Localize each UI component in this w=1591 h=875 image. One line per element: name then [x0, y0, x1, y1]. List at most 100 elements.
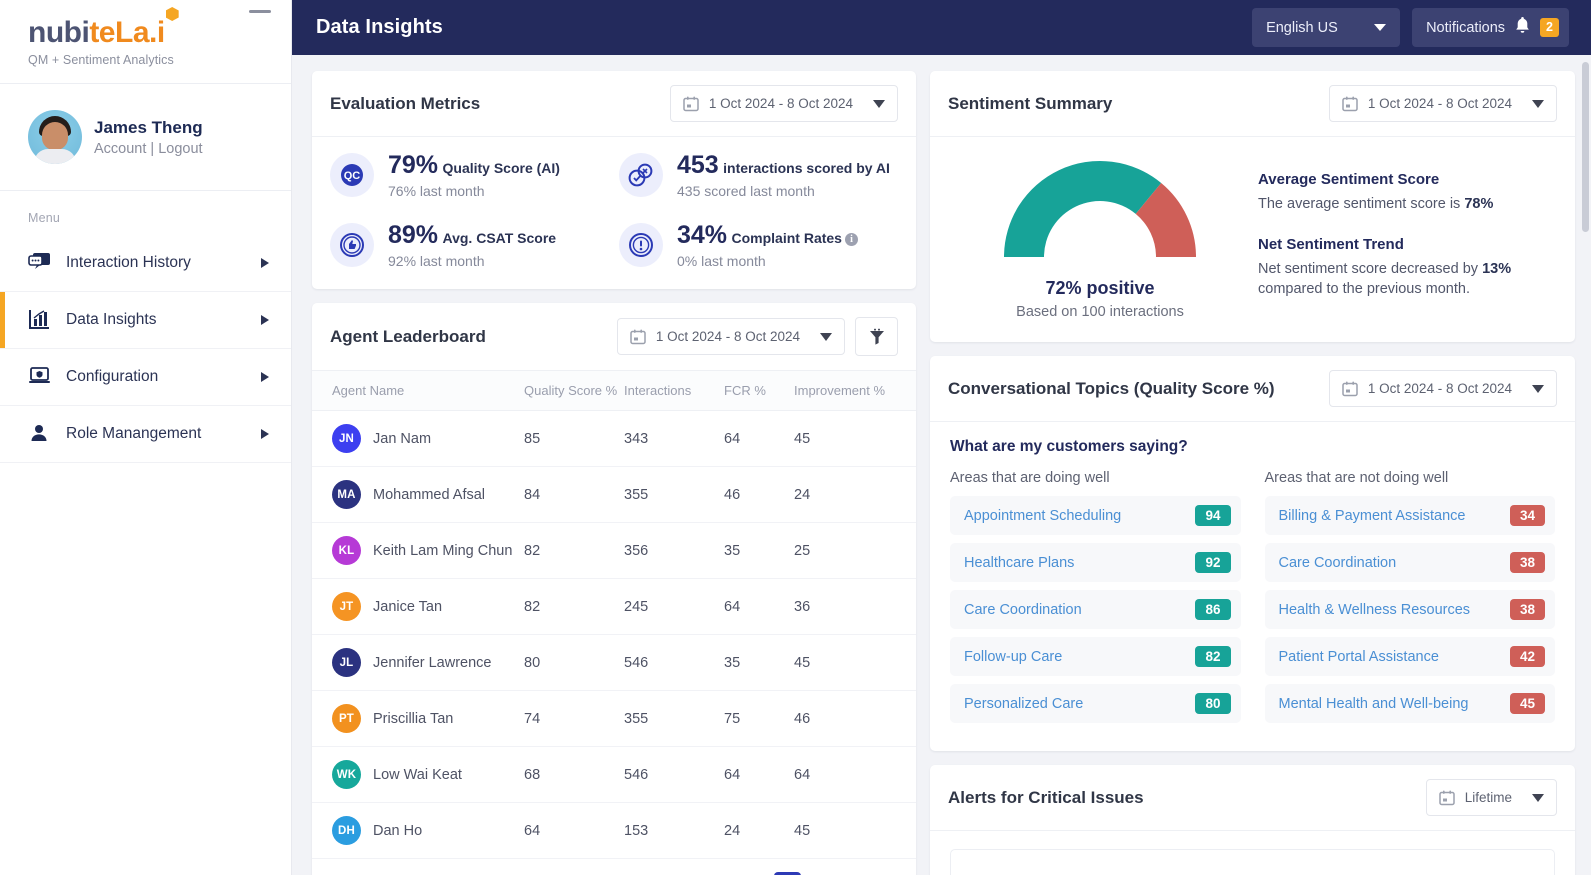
sentiment-summary-date-range[interactable]: 1 Oct 2024 - 8 Oct 2024	[1328, 85, 1557, 122]
avatar-initials: MA	[332, 480, 361, 509]
agent-leaderboard-date-range[interactable]: 1 Oct 2024 - 8 Oct 2024	[616, 318, 845, 355]
sentiment-text-blocks: Average Sentiment Score The average sent…	[1258, 149, 1555, 320]
topic-score-badge: 86	[1195, 599, 1231, 620]
window-minimize-icon[interactable]	[249, 10, 271, 13]
language-selector-value: English US	[1266, 19, 1338, 36]
avatar-initials: PT	[332, 704, 361, 733]
evaluation-metrics-header: Evaluation Metrics 1 Oct 2024 - 8 Oct 20…	[312, 71, 916, 137]
cell-fcr: 46	[724, 466, 794, 523]
cell-fcr: 35	[724, 522, 794, 579]
user-profile[interactable]: James Theng Account | Logout	[0, 84, 291, 191]
logo-text-primary: nubi	[28, 16, 90, 49]
cell-improvement: 45	[794, 802, 916, 859]
card-title: Evaluation Metrics	[330, 93, 481, 113]
cell-interactions: 245	[624, 578, 724, 635]
sentiment-summary-header: Sentiment Summary 1 Oct 2024 - 8 Oct 202…	[930, 71, 1575, 137]
dashboard-content: Evaluation Metrics 1 Oct 2024 - 8 Oct 20…	[292, 55, 1591, 875]
notifications-badge: 2	[1540, 18, 1559, 37]
vertical-scrollbar[interactable]	[1582, 62, 1589, 232]
user-account-logout-links[interactable]: Account | Logout	[94, 141, 203, 157]
cell-quality-score: 85	[524, 410, 624, 467]
funnel-icon[interactable]	[855, 317, 898, 356]
alert-item-placeholder[interactable]	[950, 849, 1555, 875]
sentiment-gauge: 72% positive Based on 100 interactions	[950, 149, 1250, 320]
pagination: ‹123›	[312, 859, 916, 875]
topics-good-heading: Areas that are doing well	[950, 470, 1110, 486]
top-header-bar: Data Insights English US Notifications 2	[292, 0, 1591, 55]
agent-name: Jennifer Lawrence	[373, 654, 492, 671]
sidebar-item-role-management[interactable]: Role Manangement	[0, 406, 291, 463]
topic-label: Billing & Payment Assistance	[1278, 507, 1466, 524]
metric-value: 34%	[677, 221, 728, 249]
cell-fcr: 24	[724, 802, 794, 859]
evaluation-metrics-date-range[interactable]: 1 Oct 2024 - 8 Oct 2024	[669, 85, 898, 122]
svg-text:QC: QC	[344, 170, 361, 182]
topic-chip-good-4[interactable]: Personalized Care 80	[950, 684, 1241, 723]
topic-chip-bad-3[interactable]: Patient Portal Assistance 42	[1264, 637, 1555, 676]
metric-value: 453	[677, 151, 719, 179]
metric-quality-score: QC 79% Quality Score (AI) 76% last month	[330, 151, 619, 199]
alerts-header: Alerts for Critical Issues Lifetime	[930, 765, 1575, 831]
sidebar-item-interaction-history[interactable]: Interaction History	[0, 235, 291, 292]
logo-wordmark: nubiteLa.i	[28, 7, 291, 50]
cell-agent-name: JL Jennifer Lawrence	[312, 634, 524, 691]
brand-tagline: QM + Sentiment Analytics	[28, 53, 174, 67]
cell-agent-name: JT Janice Tan	[312, 578, 524, 635]
column-header-fcr: FCR %	[724, 371, 794, 411]
gauge-caption: 72% positive	[1045, 278, 1155, 298]
topics-question: What are my customers saying?	[950, 438, 1188, 455]
laptop-shield-icon	[28, 366, 54, 388]
avatar-initials: KL	[332, 536, 361, 565]
sidebar-item-data-insights[interactable]: Data Insights	[0, 292, 291, 349]
notifications-button[interactable]: Notifications 2	[1412, 8, 1569, 47]
topic-chip-good-1[interactable]: Healthcare Plans 92	[950, 543, 1241, 582]
info-icon[interactable]: i	[844, 233, 858, 246]
topic-chip-good-3[interactable]: Follow-up Care 82	[950, 637, 1241, 676]
table-row[interactable]: DH Dan Ho 64 153 24 45	[312, 802, 916, 859]
chevron-right-icon	[261, 372, 269, 382]
notifications-label: Notifications	[1426, 19, 1506, 36]
left-column: Evaluation Metrics 1 Oct 2024 - 8 Oct 20…	[312, 71, 916, 875]
table-row[interactable]: JL Jennifer Lawrence 80 546 35 45	[312, 634, 916, 691]
topic-chip-good-0[interactable]: Appointment Scheduling 94	[950, 496, 1241, 535]
table-row[interactable]: PT Priscillia Tan 74 355 75 46	[312, 690, 916, 747]
sentiment-summary-card: Sentiment Summary 1 Oct 2024 - 8 Oct 202…	[930, 71, 1575, 342]
topic-chip-bad-0[interactable]: Billing & Payment Assistance 34	[1264, 496, 1555, 535]
cell-interactions: 355	[624, 466, 724, 523]
cell-improvement: 24	[794, 466, 916, 523]
table-row[interactable]: JT Janice Tan 82 245 64 36	[312, 578, 916, 635]
topic-chip-good-2[interactable]: Care Coordination 86	[950, 590, 1241, 629]
table-row[interactable]: WK Low Wai Keat 68 546 64 64	[312, 746, 916, 803]
column-header-improvement: Improvement %	[794, 371, 916, 411]
chevron-down-icon	[1374, 24, 1387, 31]
date-range-value: 1 Oct 2024 - 8 Oct 2024	[655, 329, 800, 344]
agent-leaderboard-table: Agent Name Quality Score % Interactions …	[312, 371, 916, 859]
card-title: Agent Leaderboard	[330, 326, 486, 346]
cell-fcr: 35	[724, 634, 794, 691]
calendar-icon	[1342, 96, 1358, 112]
chevron-right-icon	[261, 258, 269, 268]
topic-score-badge: 94	[1195, 505, 1231, 526]
conversational-topics-body: What are my customers saying? Areas that…	[930, 422, 1575, 751]
agent-name: Dan Ho	[373, 822, 423, 839]
metric-label: interactions scored by AI	[723, 160, 890, 176]
table-row[interactable]: JN Jan Nam 85 343 64 45	[312, 410, 916, 467]
topic-chip-bad-2[interactable]: Health & Wellness Resources 38	[1264, 590, 1555, 629]
cell-fcr: 64	[724, 578, 794, 635]
topic-chip-bad-4[interactable]: Mental Health and Well-being 45	[1264, 684, 1555, 723]
table-row[interactable]: MA Mohammed Afsal 84 355 46 24	[312, 466, 916, 523]
cell-fcr: 64	[724, 746, 794, 803]
cell-interactions: 153	[624, 802, 724, 859]
avatar-initials: JL	[332, 648, 361, 677]
topic-chip-bad-1[interactable]: Care Coordination 38	[1264, 543, 1555, 582]
chat-bubbles-icon	[28, 252, 54, 274]
exclamation-circle-icon	[619, 223, 663, 267]
conversational-topics-date-range[interactable]: 1 Oct 2024 - 8 Oct 2024	[1328, 370, 1557, 407]
card-title: Alerts for Critical Issues	[948, 787, 1144, 807]
alerts-date-range[interactable]: Lifetime	[1425, 779, 1557, 816]
cell-quality-score: 82	[524, 578, 624, 635]
sidebar-item-configuration[interactable]: Configuration	[0, 349, 291, 406]
brand-logo: nubiteLa.i QM + Sentiment Analytics	[0, 0, 291, 84]
table-row[interactable]: KL Keith Lam Ming Chun 82 356 35 25	[312, 522, 916, 579]
language-selector[interactable]: English US	[1252, 8, 1401, 47]
